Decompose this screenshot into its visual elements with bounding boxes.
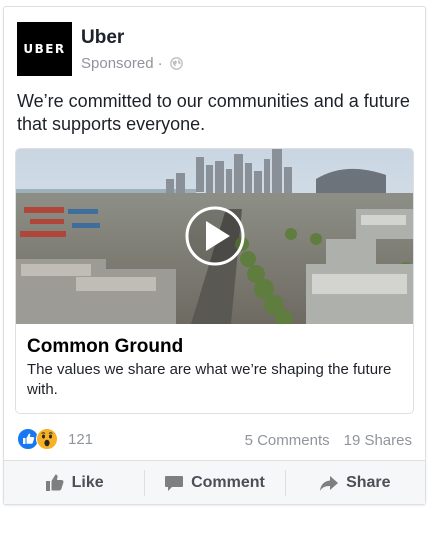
city-skyline-image xyxy=(16,149,413,324)
post-text: We’re committed to our communities and a… xyxy=(17,91,410,134)
globe-icon xyxy=(169,57,183,70)
comment-button[interactable]: Comment xyxy=(144,461,284,504)
like-button[interactable]: Like xyxy=(4,461,144,504)
video-thumbnail[interactable] xyxy=(16,149,413,324)
share-button[interactable]: Share xyxy=(284,461,425,504)
sponsored-post-card: UBER Uber Sponsored · We’re committed to… xyxy=(3,6,426,505)
post-meta: Sponsored · xyxy=(81,55,183,72)
comment-label: Comment xyxy=(191,473,265,491)
page-avatar-logo[interactable]: UBER xyxy=(17,22,72,76)
comments-count-link[interactable]: 5 Comments xyxy=(245,432,330,449)
shares-count-link[interactable]: 19 Shares xyxy=(344,432,412,449)
link-description: The values we share are what we’re shapi… xyxy=(27,361,392,398)
share-label: Share xyxy=(346,473,391,491)
reactions-summary[interactable]: 121 xyxy=(17,428,93,450)
share-arrow-icon xyxy=(320,475,339,491)
sponsored-label[interactable]: Sponsored xyxy=(81,55,154,72)
page-name[interactable]: Uber xyxy=(81,27,124,49)
like-label: Like xyxy=(71,473,104,491)
engagement-stats: 5 Comments 19 Shares xyxy=(245,432,412,449)
wow-reaction-icon xyxy=(36,428,58,450)
reaction-count: 121 xyxy=(68,430,94,448)
link-title[interactable]: Common Ground xyxy=(27,336,183,358)
comment-bubble-icon xyxy=(165,475,184,491)
post-actions-bar: Like Comment Share xyxy=(4,461,425,504)
link-attachment[interactable]: Common Ground The values we share are wh… xyxy=(15,148,414,414)
thumbs-up-icon xyxy=(45,474,64,491)
play-icon[interactable] xyxy=(185,206,245,266)
meta-separator: · xyxy=(157,55,163,72)
logo-text: UBER xyxy=(23,42,66,56)
